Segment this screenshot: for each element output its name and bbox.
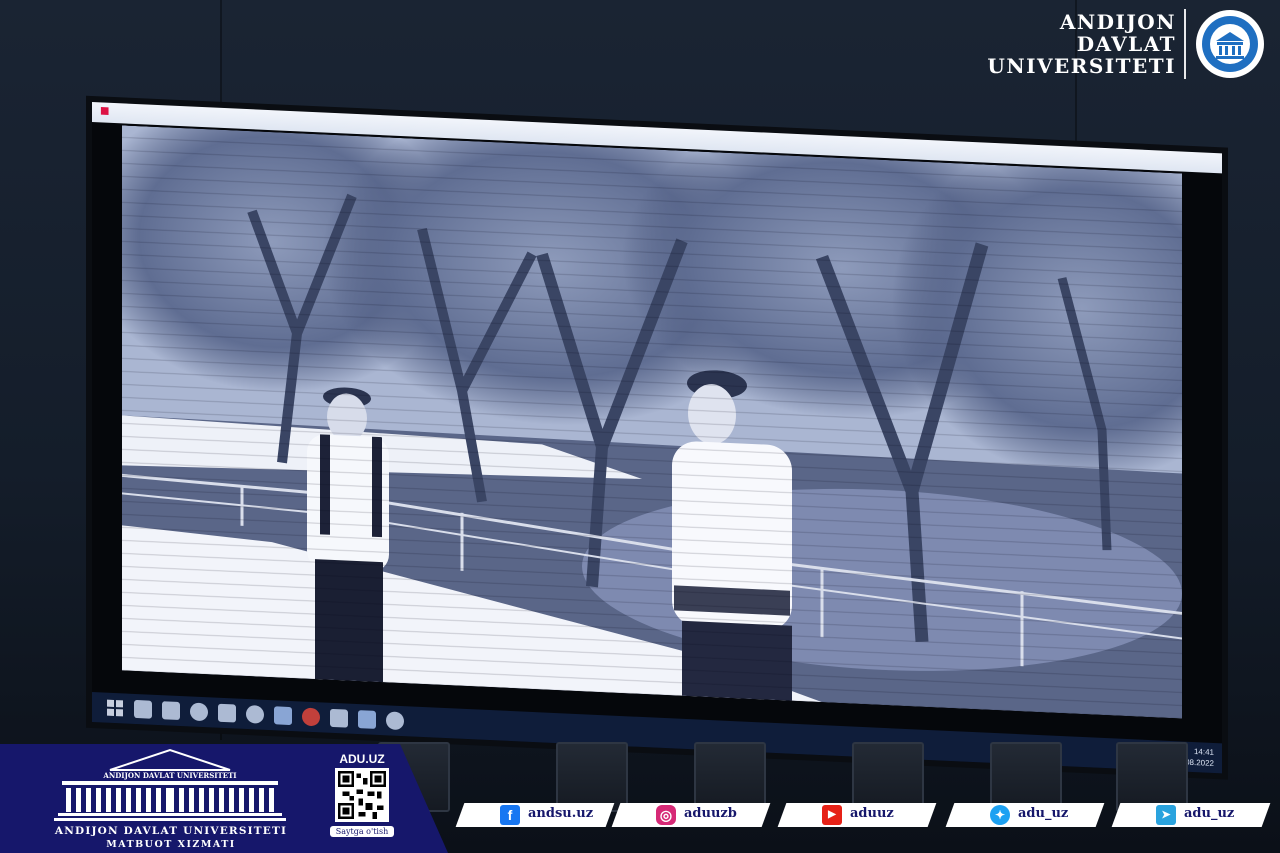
- park-scene-image: [122, 125, 1182, 719]
- twitter-link[interactable]: ✦ adu_uz: [945, 803, 1105, 827]
- instagram-link[interactable]: ◎ aduuzb: [611, 803, 771, 827]
- twitter-handle: adu_uz: [1018, 806, 1069, 821]
- window-icon[interactable]: [218, 703, 236, 723]
- qr-caption: Saytga o'tish: [330, 826, 394, 837]
- youtube-link[interactable]: ▶ aduuz: [777, 803, 937, 827]
- settings-gear-icon[interactable]: [386, 711, 404, 731]
- chair-back: [990, 742, 1062, 812]
- qr-code-icon: [335, 768, 389, 822]
- chair-back: [694, 742, 766, 812]
- projection-screen: ■ 14:41 18.08.2022: [92, 102, 1222, 774]
- brand-line-3: UNIVERSITETI: [987, 54, 1176, 78]
- brand-line-2: DAVLAT: [1076, 32, 1176, 56]
- university-brand: ANDIJON DAVLAT UNIVERSITETI: [987, 8, 1266, 80]
- video-frame: [122, 125, 1182, 719]
- website-url: ADU.UZ: [339, 752, 385, 766]
- facebook-handle: andsu.uz: [528, 806, 594, 821]
- press-subtitle: MATBUOT XIZMATI: [106, 839, 236, 850]
- instagram-icon: ◎: [656, 805, 676, 825]
- browser-edge-icon[interactable]: [246, 704, 264, 724]
- store-icon[interactable]: [134, 699, 152, 719]
- start-menu-icon[interactable]: [106, 699, 124, 718]
- building-caption: ANDIJON DAVLAT UNIVERSITETI: [102, 771, 236, 780]
- press-service-banner: ANDIJON DAVLAT UNIVERSITETI ANDIJON DAVL…: [0, 744, 448, 853]
- close-icon[interactable]: ■: [100, 105, 110, 116]
- media-player-icon[interactable]: [358, 710, 376, 729]
- photos-icon[interactable]: [274, 706, 292, 726]
- telegram-handle: adu_uz: [1184, 806, 1235, 821]
- telegram-link[interactable]: ➤ adu_uz: [1111, 803, 1271, 827]
- app-icon[interactable]: [330, 708, 348, 728]
- brand-line-1: ANDIJON: [1059, 10, 1176, 34]
- brand-name: ANDIJON DAVLAT UNIVERSITETI: [987, 11, 1176, 77]
- press-title: ANDIJON DAVLAT UNIVERSITETI: [54, 825, 288, 837]
- folder-icon[interactable]: [162, 701, 180, 720]
- brand-divider: [1184, 9, 1186, 79]
- youtube-icon: ▶: [822, 805, 842, 825]
- university-building-icon: ANDIJON DAVLAT UNIVERSITETI: [54, 748, 286, 821]
- facebook-icon: f: [500, 805, 520, 825]
- facebook-link[interactable]: f andsu.uz: [455, 803, 615, 827]
- telegram-icon: ➤: [1156, 805, 1176, 825]
- chair-back: [1116, 742, 1188, 812]
- chrome-icon[interactable]: [190, 702, 208, 722]
- twitter-icon: ✦: [990, 805, 1010, 825]
- instagram-handle: aduuzb: [684, 806, 737, 821]
- website-qr-block[interactable]: ADU.UZ Saytga o'tish: [330, 752, 394, 837]
- chair-back: [852, 742, 924, 812]
- youtube-handle: aduuz: [850, 806, 894, 821]
- chair-back: [556, 742, 628, 812]
- university-building-logo-icon: [1196, 10, 1264, 78]
- powerpoint-icon[interactable]: [302, 707, 320, 727]
